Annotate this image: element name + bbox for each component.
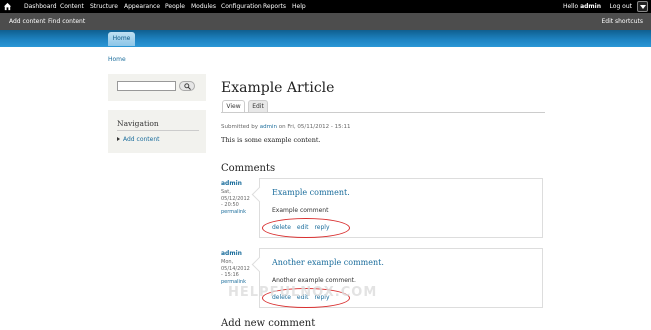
toggle-shortcuts-icon[interactable] (637, 1, 648, 12)
tab-home[interactable]: Home (108, 32, 135, 46)
comment-date: Mon, 05/14/2012 - 15:16 (221, 259, 250, 278)
greeting-prefix: Hello (562, 3, 581, 10)
toolbar-item-reports[interactable]: Reports (263, 3, 286, 10)
search-button[interactable] (179, 81, 195, 91)
toolbar-item-content[interactable]: Content (60, 3, 84, 10)
toolbar-item-configuration[interactable]: Configuration (221, 3, 262, 10)
toolbar-item-structure[interactable]: Structure (90, 3, 118, 10)
search-icon (184, 83, 191, 90)
shortcuts-bar: Add content Find content Edit shortcuts (0, 13, 651, 30)
comment-body: Another example comment. (272, 277, 356, 284)
logout-link[interactable]: Log out (610, 3, 632, 10)
toolbar-item-people[interactable]: People (165, 3, 185, 10)
toolbar-item-appearance[interactable]: Appearance (124, 3, 160, 10)
home-icon[interactable] (3, 2, 12, 11)
comment-date: Sat, 05/12/2012 - 20:50 (221, 189, 250, 208)
comments-heading: Comments (221, 163, 276, 174)
add-new-comment-heading: Add new comment (221, 318, 316, 329)
comment-permalink[interactable]: permalink (221, 209, 246, 215)
comment-author[interactable]: admin (221, 250, 242, 257)
highlight-oval (262, 218, 350, 238)
navigation-block: Navigation Add content (108, 110, 206, 153)
submitted-date: on Fri, 05/11/2012 - 15:11 (277, 124, 351, 130)
site-header-band (0, 30, 651, 47)
page-title: Example Article (221, 80, 335, 96)
shortcut-find-content[interactable]: Find content (48, 18, 85, 25)
admin-toolbar: Dashboard Content Structure Appearance P… (0, 0, 651, 13)
toolbar-item-help[interactable]: Help (292, 3, 306, 10)
node-body: This is some example content. (221, 136, 321, 144)
divider (117, 130, 199, 131)
shortcut-add-content[interactable]: Add content (9, 18, 46, 25)
username-link[interactable]: admin (580, 3, 601, 10)
comment-title[interactable]: Another example comment. (272, 258, 384, 267)
submitted-prefix: Submitted by (221, 124, 260, 130)
comment-author[interactable]: admin (221, 180, 242, 187)
author-link[interactable]: admin (260, 124, 277, 130)
collapsed-arrow-icon (117, 137, 120, 141)
edit-shortcuts-link[interactable]: Edit shortcuts (601, 18, 643, 25)
comment-body: Example comment (272, 207, 329, 214)
nav-item-add-content[interactable]: Add content (123, 136, 160, 143)
navigation-title: Navigation (117, 119, 159, 128)
search-block (108, 74, 206, 101)
search-input[interactable] (117, 81, 176, 91)
toolbar-item-dashboard[interactable]: Dashboard (24, 3, 57, 10)
toolbar-item-modules[interactable]: Modules (191, 3, 216, 10)
greeting: Hello admin (563, 3, 601, 10)
tabs-divider (221, 112, 545, 113)
comment-title[interactable]: Example comment. (272, 188, 350, 197)
breadcrumb[interactable]: Home (108, 56, 126, 63)
watermark: HELPFULNOX.COM (228, 285, 378, 300)
submitted-info: Submitted by admin on Fri, 05/11/2012 - … (221, 124, 350, 130)
